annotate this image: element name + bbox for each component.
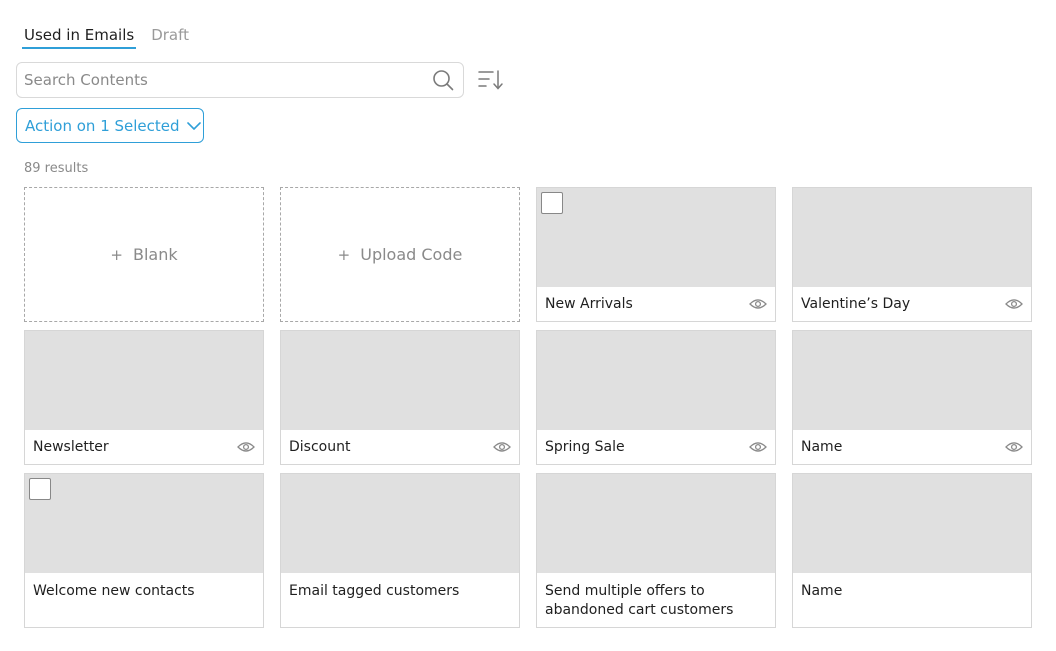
- card-title: New Arrivals: [545, 295, 633, 312]
- content-card[interactable]: Valentine’s Day: [792, 187, 1032, 322]
- tab-bar: Used in Emails Draft: [21, 22, 189, 49]
- eye-icon[interactable]: [237, 441, 255, 453]
- card-thumbnail: [281, 331, 519, 430]
- upload-code-card[interactable]: + Upload Code: [280, 187, 520, 322]
- sort-descending-icon[interactable]: [477, 68, 505, 92]
- select-checkbox[interactable]: [29, 478, 51, 500]
- content-card[interactable]: Spring Sale: [536, 330, 776, 465]
- card-footer: Spring Sale: [537, 430, 775, 464]
- card-footer: Newsletter: [25, 430, 263, 464]
- content-card[interactable]: Name: [792, 330, 1032, 465]
- content-card[interactable]: New Arrivals: [536, 187, 776, 322]
- eye-icon[interactable]: [1005, 441, 1023, 453]
- card-footer: Send multiple offers to abandoned cart c…: [537, 573, 775, 627]
- card-footer: Name: [793, 430, 1031, 464]
- search-icon[interactable]: [431, 68, 455, 92]
- card-thumbnail: [793, 474, 1031, 573]
- tab-draft[interactable]: Draft: [151, 22, 189, 48]
- eye-icon[interactable]: [1005, 298, 1023, 310]
- card-thumbnail: [25, 331, 263, 430]
- upload-code-label: Upload Code: [360, 245, 463, 264]
- tab-used-in-emails[interactable]: Used in Emails: [21, 22, 137, 49]
- card-footer: Email tagged customers: [281, 573, 519, 627]
- eye-icon[interactable]: [749, 298, 767, 310]
- card-footer: Discount: [281, 430, 519, 464]
- card-title: Spring Sale: [545, 438, 625, 455]
- eye-icon[interactable]: [493, 441, 511, 453]
- content-card[interactable]: Name: [792, 473, 1032, 628]
- card-title: Name: [801, 583, 843, 599]
- card-title: Welcome new contacts: [33, 583, 195, 599]
- card-thumbnail: [25, 474, 263, 573]
- card-title: Newsletter: [33, 438, 109, 455]
- card-thumbnail: [793, 188, 1031, 287]
- select-checkbox[interactable]: [541, 192, 563, 214]
- plus-icon: +: [110, 245, 123, 264]
- content-card[interactable]: Welcome new contacts: [24, 473, 264, 628]
- card-thumbnail: [537, 331, 775, 430]
- card-footer: Valentine’s Day: [793, 287, 1031, 321]
- card-thumbnail: [537, 474, 775, 573]
- card-thumbnail: [793, 331, 1031, 430]
- results-count: 89 results: [24, 161, 89, 176]
- card-footer: Name: [793, 573, 1031, 627]
- content-card[interactable]: Email tagged customers: [280, 473, 520, 628]
- plus-icon: +: [337, 245, 351, 264]
- card-title: Email tagged customers: [289, 583, 460, 599]
- chevron-down-icon: [186, 118, 202, 134]
- card-footer: Welcome new contacts: [25, 573, 263, 627]
- create-blank-label: Blank: [132, 245, 178, 264]
- card-thumbnail: [281, 474, 519, 573]
- card-title: Discount: [289, 438, 351, 455]
- card-title: Valentine’s Day: [801, 295, 911, 312]
- bulk-action-label: Action on 1 Selected: [25, 116, 180, 135]
- create-blank-card[interactable]: + Blank: [24, 187, 264, 322]
- content-card[interactable]: Discount: [280, 330, 520, 465]
- card-thumbnail: [537, 188, 775, 287]
- search-input[interactable]: [17, 71, 431, 89]
- content-card[interactable]: Send multiple offers to abandoned cart c…: [536, 473, 776, 628]
- card-footer: New Arrivals: [537, 287, 775, 321]
- search-box: [16, 62, 464, 98]
- bulk-action-dropdown[interactable]: Action on 1 Selected: [16, 108, 204, 143]
- card-title: Name: [801, 438, 843, 455]
- eye-icon[interactable]: [749, 441, 767, 453]
- content-card[interactable]: Newsletter: [24, 330, 264, 465]
- card-title: Send multiple offers to abandoned cart c…: [545, 583, 734, 618]
